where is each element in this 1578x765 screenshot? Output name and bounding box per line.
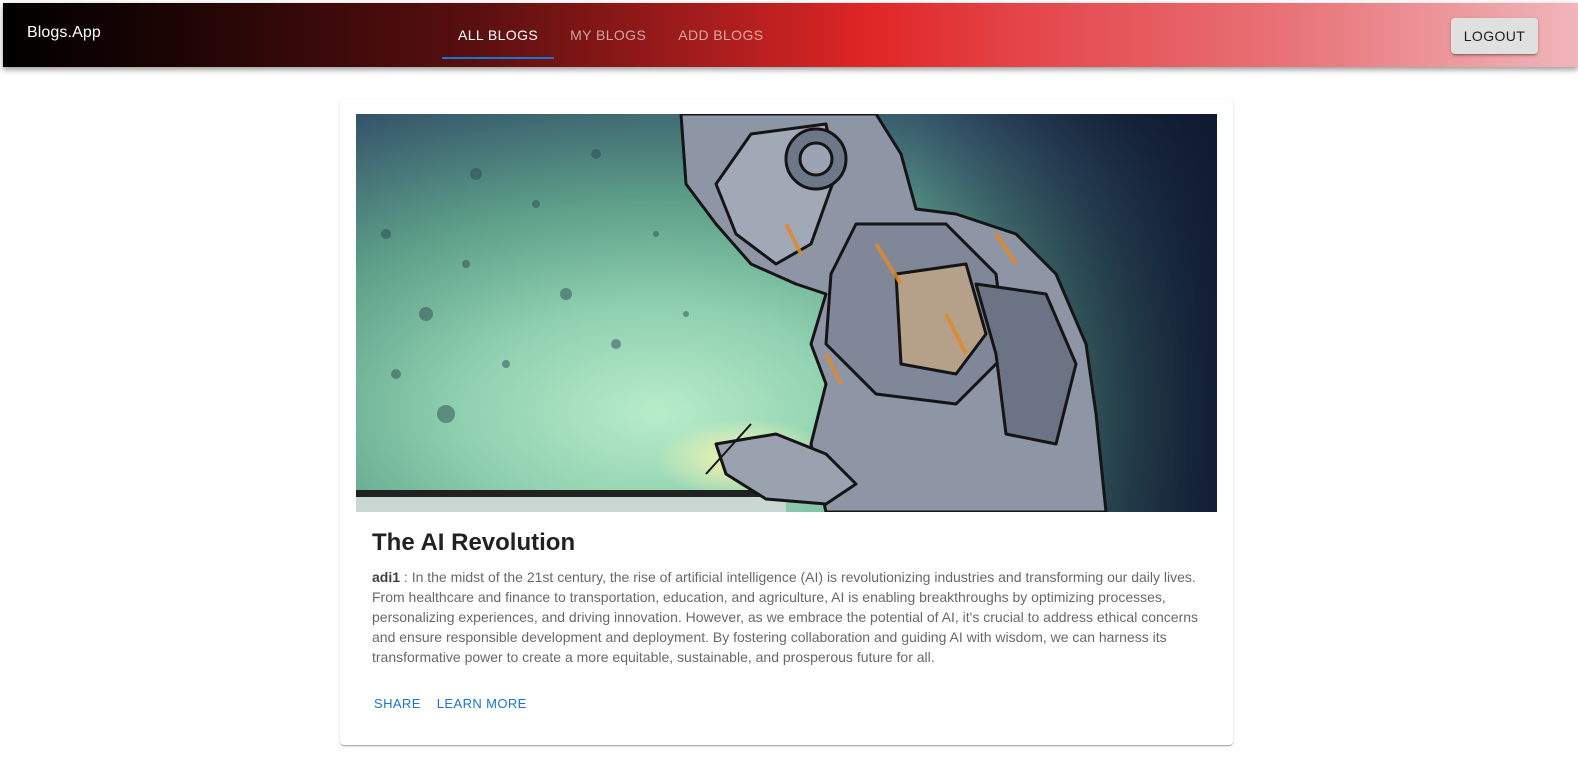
tab-all-blogs[interactable]: ALL BLOGS [442, 3, 555, 67]
tab-add-blogs[interactable]: ADD BLOGS [662, 3, 779, 67]
author-separator: : [400, 569, 412, 585]
brand-logo[interactable]: Blogs.App [27, 24, 101, 42]
blog-card: The AI Revolution adi1 : In the midst of… [340, 99, 1233, 745]
nav-tabs: ALL BLOGS MY BLOGS ADD BLOGS [442, 3, 780, 67]
blog-author: adi1 [372, 569, 401, 585]
card-actions: SHARE LEARN MORE [366, 690, 535, 717]
app-bar: Blogs.App ALL BLOGS MY BLOGS ADD BLOGS L… [3, 3, 1578, 67]
logout-button[interactable]: LOGOUT [1451, 18, 1538, 54]
blog-title: The AI Revolution [372, 529, 576, 556]
share-button[interactable]: SHARE [366, 690, 429, 717]
blog-description: adi1 : In the midst of the 21st century,… [372, 567, 1202, 667]
learn-more-button[interactable]: LEARN MORE [429, 690, 535, 717]
blog-body: In the midst of the 21st century, the ri… [372, 569, 1199, 665]
tab-my-blogs[interactable]: MY BLOGS [554, 3, 662, 67]
blog-image [356, 114, 1217, 512]
robot-illustration-icon [356, 114, 1217, 512]
